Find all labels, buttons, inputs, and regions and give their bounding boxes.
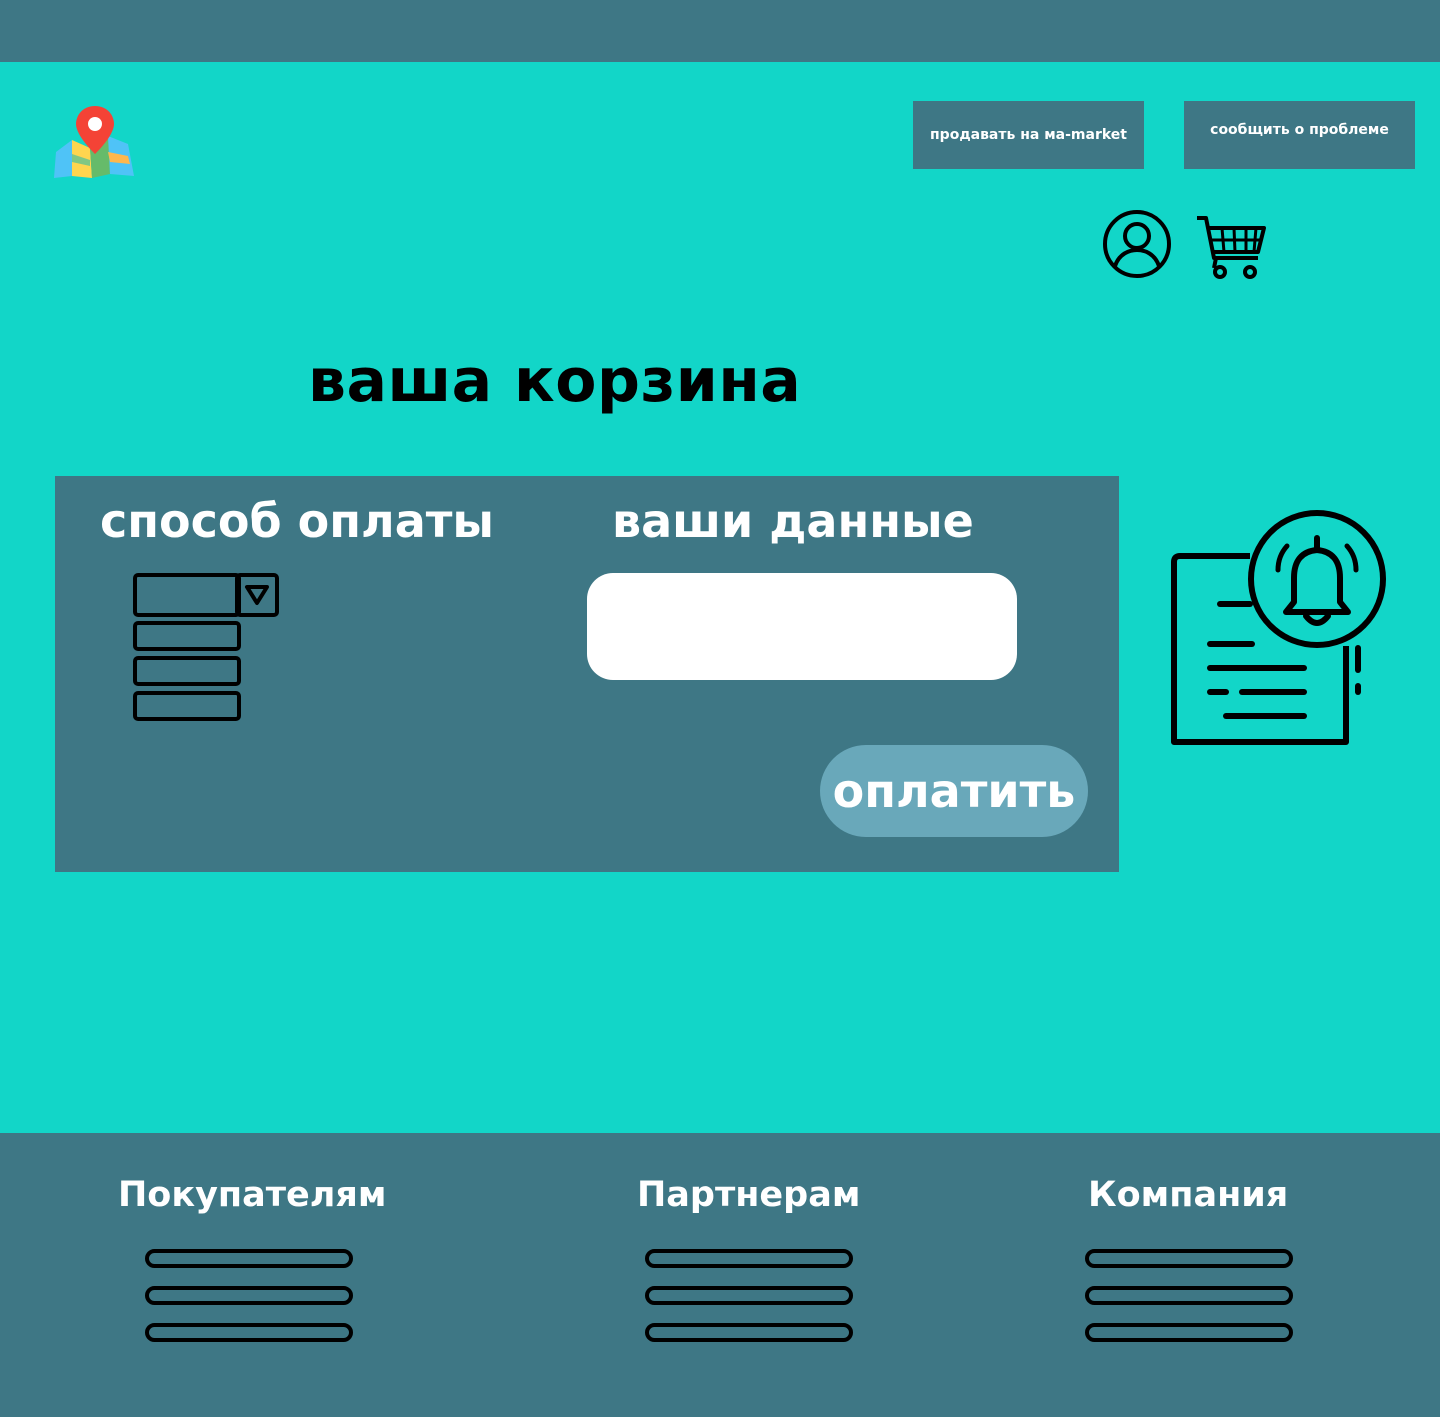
top-strip (0, 0, 1440, 62)
footer-link[interactable] (1085, 1286, 1293, 1305)
footer-link[interactable] (145, 1286, 353, 1305)
report-problem-button[interactable]: сообщить о проблеме (1184, 101, 1415, 169)
footer-link[interactable] (145, 1323, 353, 1342)
your-data-input[interactable] (587, 573, 1017, 680)
footer-link[interactable] (645, 1249, 853, 1268)
sell-on-market-button[interactable]: продавать на ма-market (913, 101, 1144, 169)
checkout-panel: способ оплаты ваши данные оплатить (55, 476, 1119, 872)
pay-button[interactable]: оплатить (820, 745, 1088, 837)
page-title: ваша корзина (308, 346, 802, 416)
footer-link[interactable] (1085, 1249, 1293, 1268)
your-data-heading: ваши данные (612, 494, 974, 548)
footer-heading-buyers: Покупателям (118, 1175, 387, 1215)
payment-method-heading: способ оплаты (100, 494, 495, 548)
footer-heading-company: Компания (1088, 1175, 1289, 1215)
document-bell-icon (1171, 510, 1386, 745)
footer: Покупателям Партнерам Компания (0, 1133, 1440, 1417)
payment-method-select[interactable] (133, 573, 279, 721)
footer-heading-partners: Партнерам (637, 1175, 861, 1215)
footer-link[interactable] (645, 1323, 853, 1342)
footer-link[interactable] (145, 1249, 353, 1268)
shopping-cart-icon[interactable] (1194, 212, 1268, 280)
user-account-icon[interactable] (1101, 208, 1173, 280)
footer-link[interactable] (645, 1286, 853, 1305)
footer-link[interactable] (1085, 1323, 1293, 1342)
map-pin-logo-icon[interactable] (52, 104, 136, 182)
